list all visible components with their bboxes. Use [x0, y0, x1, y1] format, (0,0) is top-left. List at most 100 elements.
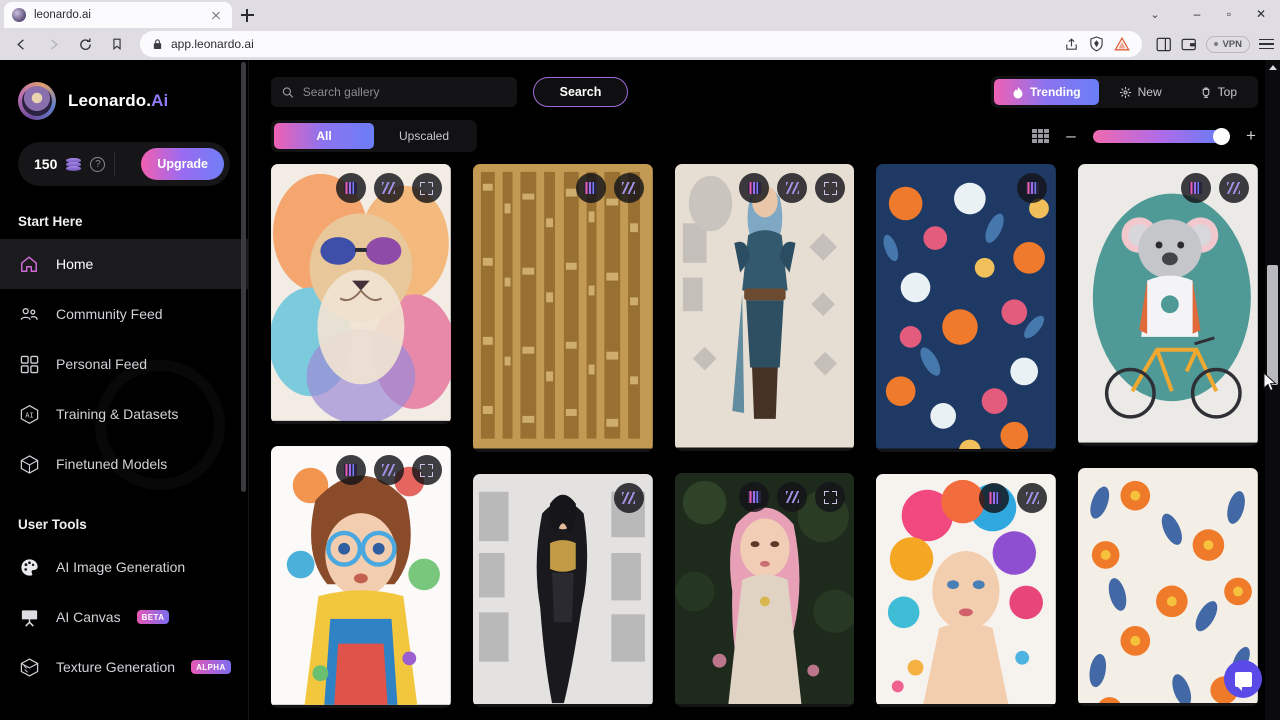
sidebar-panel-icon[interactable] — [1156, 37, 1172, 52]
motion-slash-icon[interactable] — [373, 173, 404, 203]
zoom-in-button[interactable]: + — [1244, 126, 1258, 146]
sort-tab-trending[interactable]: Trending — [993, 79, 1099, 105]
card-action-buttons — [335, 173, 442, 203]
sidebar-item-personal-feed[interactable]: Personal Feed — [0, 339, 248, 389]
gallery-grid: RRCG 人人素材 — [249, 152, 1280, 720]
gallery-card-orange-floral-pattern[interactable] — [876, 164, 1057, 452]
gallery-card-girl-blue-glasses-rainbow[interactable] — [271, 446, 451, 708]
intercom-chat-icon[interactable] — [1224, 660, 1262, 698]
sort-tab-label: Trending — [1029, 85, 1081, 99]
motion-slash-icon[interactable] — [777, 482, 808, 512]
filter-tab-upscaled[interactable]: Upscaled — [374, 123, 474, 149]
remix-image-icon[interactable] — [1017, 173, 1048, 203]
filter-tabs: All Upscaled — [271, 120, 477, 152]
zoom-slider-knob[interactable] — [1213, 127, 1230, 145]
back-arrow-icon[interactable] — [6, 31, 36, 57]
motion-slash-icon[interactable] — [1017, 483, 1048, 513]
expand-fullscreen-icon[interactable] — [411, 455, 442, 485]
hamburger-menu-icon[interactable] — [1259, 38, 1274, 50]
grid-density-icon[interactable] — [1032, 129, 1049, 143]
gallery-card-egyptian-hieroglyph-papyrus[interactable] — [472, 164, 653, 452]
remix-image-icon[interactable] — [335, 455, 366, 485]
sidebar-item-training-datasets[interactable]: AI Training & Datasets — [0, 389, 248, 439]
gallery-card-koala-riding-bicycle[interactable] — [1078, 164, 1258, 446]
page-scrollbar[interactable] — [1263, 60, 1280, 720]
brand-title: Leonardo.Ai — [68, 91, 168, 111]
brave-lion-icon[interactable] — [1114, 36, 1131, 52]
remix-image-icon[interactable] — [739, 482, 770, 512]
upgrade-button[interactable]: Upgrade — [141, 148, 224, 180]
sidebar-section-title-user-tools: User Tools — [18, 517, 87, 532]
maximize-button[interactable]: ▫ — [1214, 2, 1244, 26]
new-tab-button[interactable] — [232, 2, 262, 28]
sort-tab-new[interactable]: New — [1101, 79, 1180, 105]
brave-shield-icon[interactable] — [1089, 36, 1104, 52]
share-icon[interactable] — [1064, 37, 1079, 52]
minimize-button[interactable]: – — [1182, 2, 1212, 26]
sidebar-item-ai-image-generation[interactable]: AI Image Generation — [0, 542, 248, 592]
sort-tabs: Trending New Top — [990, 76, 1258, 108]
remix-image-icon[interactable] — [739, 173, 770, 203]
vpn-toggle[interactable]: VPN — [1206, 35, 1250, 53]
token-balance-card: 150 ? Upgrade — [18, 142, 230, 186]
sidebar-item-community-feed[interactable]: Community Feed — [0, 289, 248, 339]
chevron-down-icon[interactable]: ⌄ — [1140, 2, 1170, 26]
motion-slash-icon[interactable] — [1218, 173, 1249, 203]
motion-slash-icon[interactable] — [373, 455, 404, 485]
sidebar-item-finetuned-models[interactable]: Finetuned Models — [0, 439, 248, 489]
reload-icon[interactable] — [70, 31, 100, 57]
remix-image-icon[interactable] — [335, 173, 366, 203]
gallery-toolbar: Search Trending — [249, 60, 1280, 152]
expand-fullscreen-icon[interactable] — [815, 482, 846, 512]
remix-image-icon[interactable] — [575, 173, 606, 203]
motion-slash-icon[interactable] — [613, 483, 644, 513]
gallery-column — [876, 164, 1057, 708]
scrollbar-thumb[interactable] — [1267, 265, 1278, 385]
address-bar[interactable]: app.leonardo.ai — [140, 31, 1143, 57]
remix-image-icon[interactable] — [979, 483, 1010, 513]
zoom-out-button[interactable]: – — [1064, 126, 1078, 146]
sidebar-scrollbar[interactable] — [241, 62, 246, 492]
browser-toolbar: app.leonardo.ai VPN — [0, 28, 1280, 60]
search-input[interactable] — [302, 85, 506, 99]
motion-slash-icon[interactable] — [777, 173, 808, 203]
gallery-card-blue-haired-warrior[interactable] — [674, 164, 855, 451]
motion-slash-icon[interactable] — [613, 173, 644, 203]
search-box[interactable] — [271, 77, 517, 107]
sidebar-item-label: Community Feed — [56, 306, 163, 322]
leonardo-favicon-icon — [12, 8, 26, 22]
remix-image-icon[interactable] — [1180, 173, 1211, 203]
forward-arrow-icon[interactable] — [38, 31, 68, 57]
expand-fullscreen-icon[interactable] — [815, 173, 846, 203]
brand-header[interactable]: Leonardo.Ai — [0, 60, 248, 120]
card-action-buttons — [979, 483, 1048, 513]
filter-tab-all[interactable]: All — [274, 123, 374, 149]
gallery-column — [1078, 164, 1258, 708]
close-icon[interactable] — [208, 7, 224, 23]
sidebar-item-ai-canvas[interactable]: AI Canvas BETA — [0, 592, 248, 642]
gallery-card-watercolor-lion-sunglasses[interactable] — [271, 164, 451, 424]
help-question-icon[interactable]: ? — [90, 156, 106, 172]
search-button[interactable]: Search — [533, 77, 628, 107]
sidebar-item-label: Texture Generation — [56, 659, 176, 675]
scroll-up-arrow-icon[interactable] — [1265, 60, 1280, 75]
sparkle-icon — [1119, 86, 1131, 98]
brave-wallet-icon[interactable] — [1181, 37, 1197, 52]
sidebar-item-label: Home — [56, 256, 94, 272]
sidebar-item-label: AI Image Generation — [56, 559, 186, 575]
bookmark-icon[interactable] — [102, 31, 132, 57]
sort-tab-top[interactable]: Top — [1182, 79, 1255, 105]
card-action-buttons — [335, 455, 442, 485]
zoom-slider[interactable] — [1093, 127, 1230, 145]
expand-fullscreen-icon[interactable] — [411, 173, 442, 203]
sidebar-item-texture-generation[interactable]: Texture Generation ALPHA — [0, 642, 248, 692]
svg-text:AI: AI — [25, 410, 34, 419]
search-icon — [282, 86, 294, 98]
gallery-card-rainbow-hair-portrait[interactable] — [876, 474, 1057, 707]
browser-tab[interactable]: leonardo.ai — [4, 2, 232, 28]
close-window-button[interactable]: ✕ — [1246, 2, 1276, 26]
gallery-card-dark-sorceress-concept-sheet[interactable] — [472, 474, 653, 707]
sidebar-item-home[interactable]: Home — [0, 239, 248, 289]
window-controls: ⌄ – ▫ ✕ — [1140, 0, 1280, 28]
gallery-card-pink-haired-forest-woman[interactable] — [674, 473, 855, 707]
